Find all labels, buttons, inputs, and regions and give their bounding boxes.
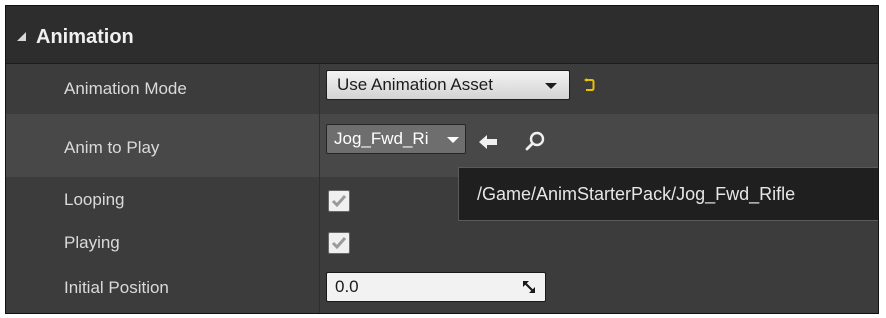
anim-to-play-asset-dropdown[interactable]: Jog_Fwd_Ri bbox=[326, 124, 466, 154]
checkmark-icon bbox=[331, 195, 347, 208]
playing-label: Playing bbox=[64, 233, 120, 252]
property-row-playing: Playing bbox=[6, 223, 878, 265]
chevron-down-icon bbox=[447, 137, 459, 143]
checkmark-icon bbox=[331, 237, 347, 250]
column-divider[interactable] bbox=[319, 64, 320, 313]
initial-position-label: Initial Position bbox=[64, 278, 169, 297]
chevron-down-icon bbox=[545, 83, 557, 89]
looping-label: Looping bbox=[64, 190, 125, 209]
collapse-triangle-icon[interactable] bbox=[17, 32, 26, 41]
looping-checkbox[interactable] bbox=[328, 190, 350, 212]
search-icon[interactable] bbox=[524, 130, 546, 152]
asset-path-tooltip: /Game/AnimStarterPack/Jog_Fwd_Rifle bbox=[458, 167, 878, 221]
left-arrow-icon[interactable] bbox=[478, 134, 498, 150]
playing-checkbox[interactable] bbox=[328, 232, 350, 254]
drag-spinner-icon[interactable] bbox=[523, 281, 535, 293]
section-header[interactable]: Animation bbox=[6, 6, 878, 64]
animation-mode-label: Animation Mode bbox=[64, 79, 187, 98]
animation-mode-value: Use Animation Asset bbox=[337, 75, 493, 94]
anim-to-play-label: Anim to Play bbox=[64, 138, 160, 157]
initial-position-input[interactable]: 0.0 bbox=[326, 272, 546, 302]
anim-to-play-value: Jog_Fwd_Ri bbox=[334, 129, 429, 148]
initial-position-value: 0.0 bbox=[335, 277, 359, 296]
animation-mode-dropdown[interactable]: Use Animation Asset bbox=[326, 70, 570, 100]
section-title: Animation bbox=[36, 26, 134, 48]
details-panel: Animation Animation Mode Anim to Play Lo… bbox=[5, 5, 879, 314]
reset-to-default-icon[interactable] bbox=[583, 78, 595, 92]
